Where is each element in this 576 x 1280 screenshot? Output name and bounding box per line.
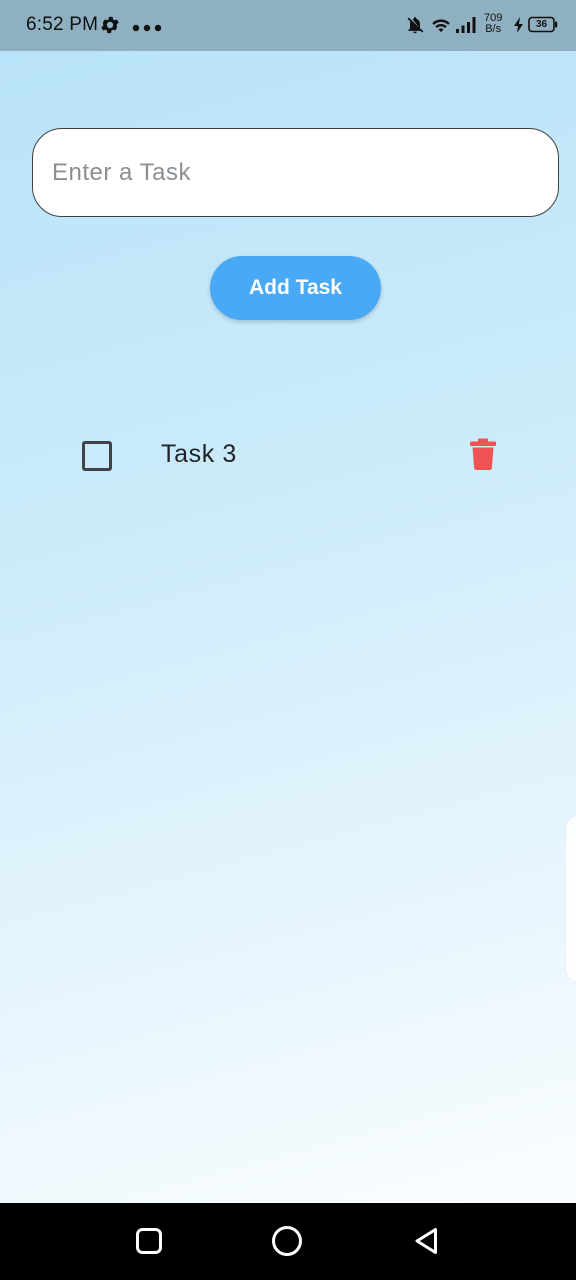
back-icon[interactable] (412, 1226, 442, 1261)
task-row: Task 3 (60, 418, 520, 490)
wifi-icon (431, 16, 451, 39)
status-time: 6:52 PM (26, 14, 99, 35)
edge-panel-handle[interactable] (565, 815, 576, 983)
recents-icon[interactable] (135, 1227, 163, 1260)
task-input[interactable] (32, 128, 559, 217)
network-speed: 709 B/s (484, 13, 502, 35)
status-bar: 6:52 PM 709 B/s 36 (0, 0, 576, 51)
battery-level: 36 (535, 19, 548, 30)
more-dots-icon (132, 20, 162, 38)
battery-icon: 36 (528, 16, 558, 33)
notifications-off-icon (405, 15, 425, 40)
charging-icon (513, 17, 525, 38)
speed-unit: B/s (485, 23, 502, 35)
navigation-bar (0, 1203, 576, 1280)
signal-icon (455, 16, 477, 39)
task-label: Task 3 (161, 440, 237, 468)
gear-icon (99, 14, 121, 41)
add-task-button[interactable]: Add Task (210, 256, 381, 320)
delete-icon[interactable] (469, 438, 497, 470)
home-icon[interactable] (271, 1225, 303, 1262)
task-checkbox[interactable] (82, 441, 112, 471)
